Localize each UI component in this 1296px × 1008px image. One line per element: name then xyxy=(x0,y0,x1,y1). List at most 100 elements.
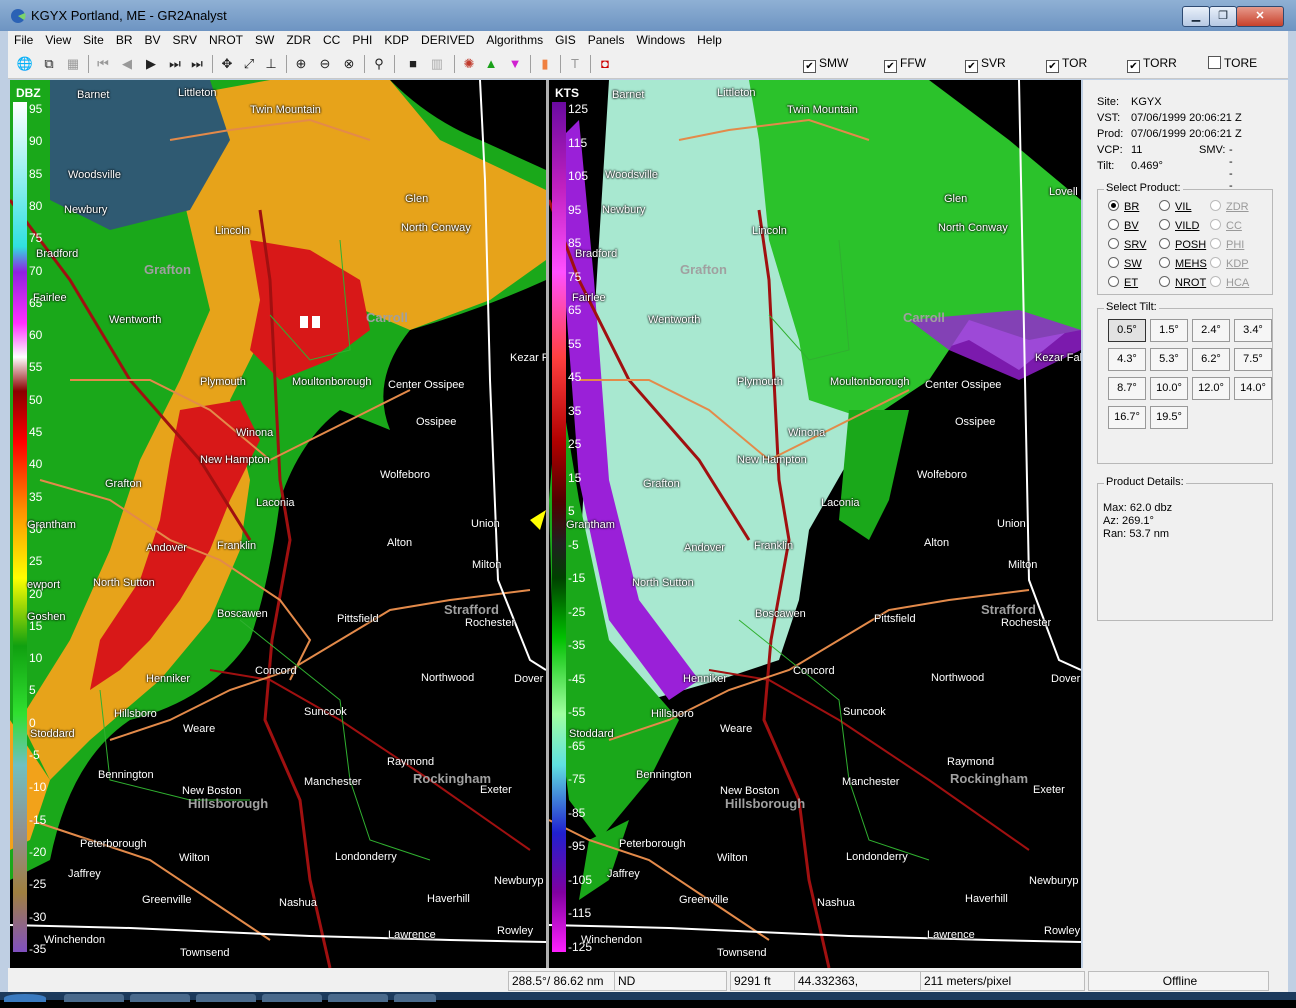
product-radio-vild[interactable]: VILD xyxy=(1159,219,1199,232)
city-label: Littleton xyxy=(178,87,217,99)
scale-tick-label: 15 xyxy=(568,470,582,485)
city-label: Boscawen xyxy=(755,608,806,620)
product-radio-et[interactable]: ET xyxy=(1108,276,1138,289)
menu-bv[interactable]: BV xyxy=(139,31,167,47)
menu-gis[interactable]: GIS xyxy=(549,31,582,47)
menu-site[interactable]: Site xyxy=(77,31,110,47)
zoom-out-icon[interactable]: ⊖ xyxy=(316,55,334,73)
checkbox-box: ✔ xyxy=(1127,60,1140,73)
scale-tick-label: 60 xyxy=(29,328,43,343)
product-radio-mehs[interactable]: MEHS xyxy=(1159,257,1207,270)
menu-help[interactable]: Help xyxy=(691,31,728,47)
tilt-button[interactable]: 12.0° xyxy=(1192,377,1230,400)
warning-tor-checkbox[interactable]: ✔ TOR xyxy=(1046,56,1087,73)
taskbar-app-button[interactable] xyxy=(394,994,436,1002)
taskbar-app-button[interactable] xyxy=(262,994,322,1002)
zoom-reset-icon[interactable]: ⊗ xyxy=(340,55,358,73)
product-radio-nrot[interactable]: NROT xyxy=(1159,276,1206,289)
menu-windows[interactable]: Windows xyxy=(630,31,691,47)
tilt-button[interactable]: 6.2° xyxy=(1192,348,1230,371)
menu-panels[interactable]: Panels xyxy=(582,31,631,47)
city-label: Kezar Fal xyxy=(510,352,546,364)
magenta-triangle-icon[interactable]: ▼ xyxy=(506,55,524,73)
zoom-in-icon[interactable]: ⊕ xyxy=(292,55,310,73)
city-label: Rochester xyxy=(465,617,516,629)
tilt-button[interactable]: 0.5° xyxy=(1108,319,1146,342)
tilt-button[interactable]: 1.5° xyxy=(1150,319,1188,342)
menu-nrot[interactable]: NROT xyxy=(203,31,249,47)
taskbar-app-button[interactable] xyxy=(64,994,124,1002)
warning-torr-checkbox[interactable]: ✔ TORR xyxy=(1127,56,1177,73)
city-label: Rochester xyxy=(1001,617,1052,629)
tilt-button[interactable]: 4.3° xyxy=(1108,348,1146,371)
tilt-button[interactable]: 8.7° xyxy=(1108,377,1146,400)
status-bar: 288.5°/ 86.62 nm ND 9291 ft 44.332363, -… xyxy=(8,968,1288,1006)
tilt-button[interactable]: 5.3° xyxy=(1150,348,1188,371)
tilt-button[interactable]: 2.4° xyxy=(1192,319,1230,342)
warning-smw-checkbox[interactable]: ✔ SMW xyxy=(803,56,848,73)
tilt-button[interactable]: 3.4° xyxy=(1234,319,1272,342)
product-radio-sw[interactable]: SW xyxy=(1108,257,1142,270)
next-frame-icon[interactable]: ⏭ xyxy=(166,55,184,73)
warning-tore-checkbox[interactable]: TORE xyxy=(1208,56,1257,70)
text-tool-icon[interactable]: T xyxy=(566,55,584,73)
menu-kdp[interactable]: KDP xyxy=(378,31,415,47)
status-resolution: 211 meters/pixel xyxy=(920,971,1085,991)
cross-section-icon[interactable]: ⊥ xyxy=(262,55,280,73)
scale-tick-label: -15 xyxy=(29,812,47,827)
close-button[interactable]: ✕ xyxy=(1236,6,1284,27)
record-icon[interactable]: ◘ xyxy=(596,55,614,73)
product-radio-posh[interactable]: POSH xyxy=(1159,238,1206,251)
radio-circle xyxy=(1210,276,1221,287)
menu-view[interactable]: View xyxy=(39,31,77,47)
tilt-value: 0.469° xyxy=(1131,160,1163,172)
product-radio-bv[interactable]: BV xyxy=(1108,219,1139,232)
probe-icon[interactable]: ⚲ xyxy=(370,55,388,73)
menu-br[interactable]: BR xyxy=(110,31,139,47)
start-button[interactable] xyxy=(4,994,46,1002)
pan-icon[interactable]: ✥ xyxy=(218,55,236,73)
measure-icon[interactable]: ⤢ xyxy=(240,55,258,73)
city-label: Wolfeboro xyxy=(917,469,967,481)
first-frame-icon[interactable]: ⏮ xyxy=(94,55,112,73)
reflectivity-radar-panel[interactable]: DBZ 95 90 85 80 75 70 65 60 55 50 45 40 35 30 25 20 15 10… xyxy=(10,80,546,968)
storm-track-icon[interactable]: ✺ xyxy=(460,55,478,73)
previous-frame-icon[interactable]: ◀ xyxy=(118,55,136,73)
velocity-green-area xyxy=(839,410,909,540)
menu-srv[interactable]: SRV xyxy=(167,31,203,47)
play-icon[interactable]: ▶ xyxy=(142,55,160,73)
menu-derived[interactable]: DERIVED xyxy=(415,31,480,47)
product-radio-br[interactable]: BR xyxy=(1108,200,1139,213)
taskbar-app-button[interactable] xyxy=(130,994,190,1002)
minimize-button[interactable]: ▁ xyxy=(1182,6,1210,27)
menu-phi[interactable]: PHI xyxy=(346,31,378,47)
tilt-button[interactable]: 7.5° xyxy=(1234,348,1272,371)
color-table-icon[interactable]: ▮ xyxy=(536,55,554,73)
green-triangle-icon[interactable]: ▲ xyxy=(482,55,500,73)
city-label: Grantham xyxy=(27,519,76,531)
dual-panel-icon[interactable]: ▥ xyxy=(428,55,446,73)
last-frame-icon[interactable]: ⏭ xyxy=(188,55,206,73)
menu-sw[interactable]: SW xyxy=(249,31,280,47)
menu-algorithms[interactable]: Algorithms xyxy=(480,31,549,47)
globe-icon[interactable]: 🌐 xyxy=(16,55,34,73)
tilt-button[interactable]: 14.0° xyxy=(1234,377,1272,400)
tilt-button[interactable]: 19.5° xyxy=(1150,406,1188,429)
city-label: Peterborough xyxy=(619,838,686,850)
tilt-button[interactable]: 10.0° xyxy=(1150,377,1188,400)
taskbar-app-button[interactable] xyxy=(196,994,256,1002)
single-panel-icon[interactable]: ■ xyxy=(404,55,422,73)
product-radio-srv[interactable]: SRV xyxy=(1108,238,1146,251)
menu-file[interactable]: File xyxy=(8,31,39,47)
menu-cc[interactable]: CC xyxy=(317,31,346,47)
warning-ffw-checkbox[interactable]: ✔ FFW xyxy=(884,56,926,73)
maximize-button[interactable]: ❐ xyxy=(1209,6,1237,27)
taskbar-app-button[interactable] xyxy=(328,994,388,1002)
copy-icon[interactable]: ⧉ xyxy=(40,55,58,73)
menu-zdr[interactable]: ZDR xyxy=(280,31,317,47)
tilt-button[interactable]: 16.7° xyxy=(1108,406,1146,429)
product-radio-vil[interactable]: VIL xyxy=(1159,200,1192,213)
warning-svr-checkbox[interactable]: ✔ SVR xyxy=(965,56,1006,73)
layers-icon[interactable]: ▦ xyxy=(64,55,82,73)
velocity-radar-panel[interactable]: KTS 125 115 105 95 85 75 65 55 45 35 25 15 5 -5 -15 -25… xyxy=(549,80,1081,968)
